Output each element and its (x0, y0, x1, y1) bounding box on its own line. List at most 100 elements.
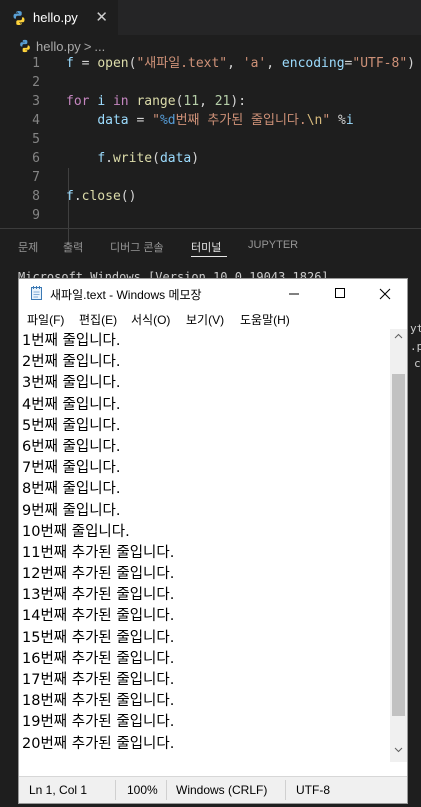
python-file-icon (20, 39, 30, 53)
code-token: ) (191, 151, 200, 166)
notepad-window[interactable]: 새파일.text - Windows 메모장 파일(F) 편집(E) 서식(O)… (18, 278, 408, 804)
notepad-icon (31, 286, 42, 300)
code-token: ( (152, 151, 160, 166)
code-line[interactable]: 6 f.write(data) (0, 149, 421, 168)
code-token: encoding (281, 56, 345, 71)
notepad-titlebar[interactable]: 새파일.text - Windows 메모장 (19, 279, 407, 308)
line-number: 1 (32, 56, 40, 71)
code-text: f.close() (66, 187, 136, 206)
code-line[interactable]: 2 (0, 73, 421, 92)
python-file-icon (13, 10, 25, 25)
text-line: 4번째 줄입니다. (22, 396, 121, 413)
text-line: 2번째 줄입니다. (22, 354, 121, 371)
active-tab-indicator (191, 256, 227, 257)
code-token: 11 (183, 94, 200, 109)
tab-problems[interactable]: 문제 (18, 239, 38, 255)
text-line: 14번째 추가된 줄입니다. (22, 608, 175, 625)
code-token: i (97, 94, 106, 109)
code-token: , (199, 94, 215, 109)
code-token: f (97, 151, 106, 166)
status-divider (166, 780, 167, 800)
code-text: f = open("새파일.text", 'a', encoding="UTF-… (66, 54, 415, 73)
minimize-button[interactable] (271, 279, 317, 308)
text-line: 10번째 줄입니다. (22, 523, 130, 540)
code-token: . (73, 189, 82, 204)
code-token: % (330, 113, 346, 128)
line-number: 3 (32, 94, 40, 109)
line-number: 8 (32, 189, 40, 204)
tab-jupyter[interactable]: JUPYTER (248, 239, 298, 251)
code-line[interactable]: 7 (0, 168, 421, 187)
maximize-button[interactable] (317, 279, 363, 308)
status-cursor-position: Ln 1, Col 1 (29, 783, 88, 797)
menu-file[interactable]: 파일(F) (27, 311, 64, 328)
breadcrumb-more[interactable]: ... (94, 39, 105, 54)
code-token: 21 (214, 94, 231, 109)
code-text: f.write(data) (66, 149, 199, 168)
text-line: 12번째 추가된 줄입니다. (22, 566, 175, 583)
text-line: 11번째 추가된 줄입니다. (22, 544, 175, 561)
terminal-fragment: .py (410, 340, 421, 353)
code-token: ) (407, 56, 415, 71)
line-number: 6 (32, 151, 40, 166)
code-token: , (266, 56, 282, 71)
menu-help[interactable]: 도움말(H) (240, 311, 290, 328)
minimize-icon (288, 293, 299, 295)
text-line: 13번째 추가된 줄입니다. (22, 587, 175, 604)
tab-output[interactable]: 출력 (63, 239, 83, 255)
text-line: 8번째 줄입니다. (22, 481, 121, 498)
text-line: 3번째 줄입니다. (22, 375, 121, 392)
code-token: f (66, 56, 74, 71)
scroll-up-icon[interactable] (394, 333, 403, 339)
text-line: 7번째 줄입니다. (22, 460, 121, 477)
tab-hello-py[interactable]: hello.py ✕ (0, 0, 118, 35)
breadcrumb-separator: > (83, 38, 92, 54)
menu-format[interactable]: 서식(O) (131, 311, 170, 328)
scroll-down-icon[interactable] (394, 747, 403, 753)
terminal-fragment: c (414, 357, 421, 370)
notepad-text-area[interactable]: 1번째 줄입니다. 2번째 줄입니다. 3번째 줄입니다. 4번째 줄입니다. 5번째 … (22, 331, 390, 762)
code-line[interactable]: 4 data = "%d번째 추가된 줄입니다.\n" %i (0, 111, 421, 130)
code-token: %d (159, 113, 176, 128)
code-token: = (128, 113, 153, 128)
scrollbar-thumb[interactable] (392, 374, 405, 716)
code-token: () (120, 189, 137, 204)
maximize-icon (334, 288, 345, 298)
code-token: , (227, 56, 243, 71)
tab-filename: hello.py (33, 10, 78, 25)
editor-tab-bar: hello.py ✕ (0, 0, 421, 35)
text-line: 15번째 추가된 줄입니다. (22, 629, 175, 646)
breadcrumb-file[interactable]: hello.py (36, 39, 81, 54)
status-divider (285, 780, 286, 800)
menu-view[interactable]: 보기(V) (186, 311, 224, 328)
status-encoding: UTF-8 (296, 783, 330, 797)
code-token: "UTF-8" (352, 56, 408, 71)
code-token: open (97, 56, 129, 71)
code-line[interactable]: 3 for i in range(11, 21): (0, 92, 421, 111)
code-line[interactable]: 5 (0, 130, 421, 149)
code-token: range (136, 94, 176, 109)
text-line: 19번째 추가된 줄입니다. (22, 714, 175, 731)
code-line[interactable]: 9 (0, 206, 421, 225)
menu-edit[interactable]: 편집(E) (79, 311, 117, 328)
line-number: 7 (32, 170, 40, 185)
text-line: 20번째 추가된 줄입니다. (22, 735, 175, 752)
text-line: 1번째 줄입니다. (22, 333, 121, 349)
tab-close-icon[interactable]: ✕ (95, 8, 108, 26)
tab-terminal[interactable]: 터미널 (191, 239, 221, 255)
text-line: 6번째 줄입니다. (22, 438, 121, 455)
code-line[interactable]: 8 f.close() (0, 187, 421, 206)
code-token: i (345, 113, 354, 128)
code-editor[interactable]: 1 f = open ("새파일.text", 'a', encoding = "UTF… (0, 54, 421, 244)
code-line[interactable]: 1 f = open("새파일.text", 'a', encoding="UTF… (0, 54, 421, 73)
vertical-scrollbar[interactable] (390, 329, 407, 762)
status-line-ending: Windows (CRLF) (176, 783, 268, 797)
panel-tabs: 문제 출력 디버그 콘솔 터미널 JUPYTER (0, 229, 421, 263)
status-zoom: 100% (127, 783, 158, 797)
notepad-statusbar: Ln 1, Col 1 100% Windows (CRLF) UTF-8 (19, 776, 407, 803)
text-area-bottom (19, 762, 407, 776)
close-button[interactable] (362, 279, 408, 308)
tab-debug-console[interactable]: 디버그 콘솔 (110, 239, 164, 255)
